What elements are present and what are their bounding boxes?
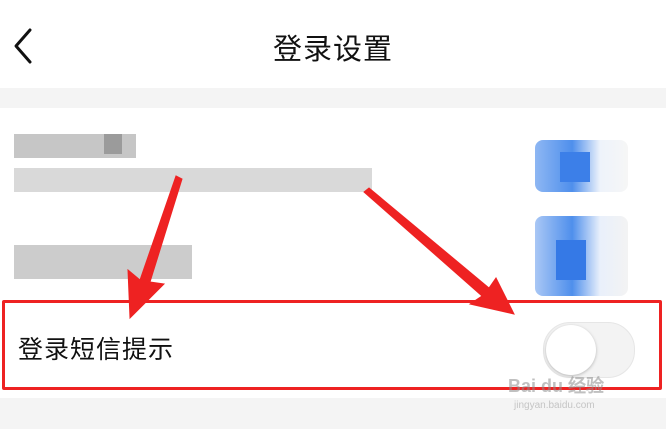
sms-alert-toggle[interactable]	[543, 322, 635, 378]
redacted-row-1-title-part	[104, 134, 122, 154]
watermark-logo: Bai du 经验	[508, 376, 605, 396]
page-title: 登录设置	[272, 32, 393, 66]
sms-alert-toggle-knob	[546, 325, 596, 375]
redacted-row-2-title	[14, 245, 192, 279]
sms-alert-label: 登录短信提示	[18, 335, 175, 364]
redacted-row-1-subtitle	[14, 168, 372, 192]
nav-bar: 登录设置	[0, 0, 666, 88]
redacted-row-1-toggle-pixel	[560, 152, 590, 182]
watermark-url: jingyan.baidu.com	[514, 400, 595, 411]
redacted-row-2-toggle-pixel	[556, 240, 586, 280]
